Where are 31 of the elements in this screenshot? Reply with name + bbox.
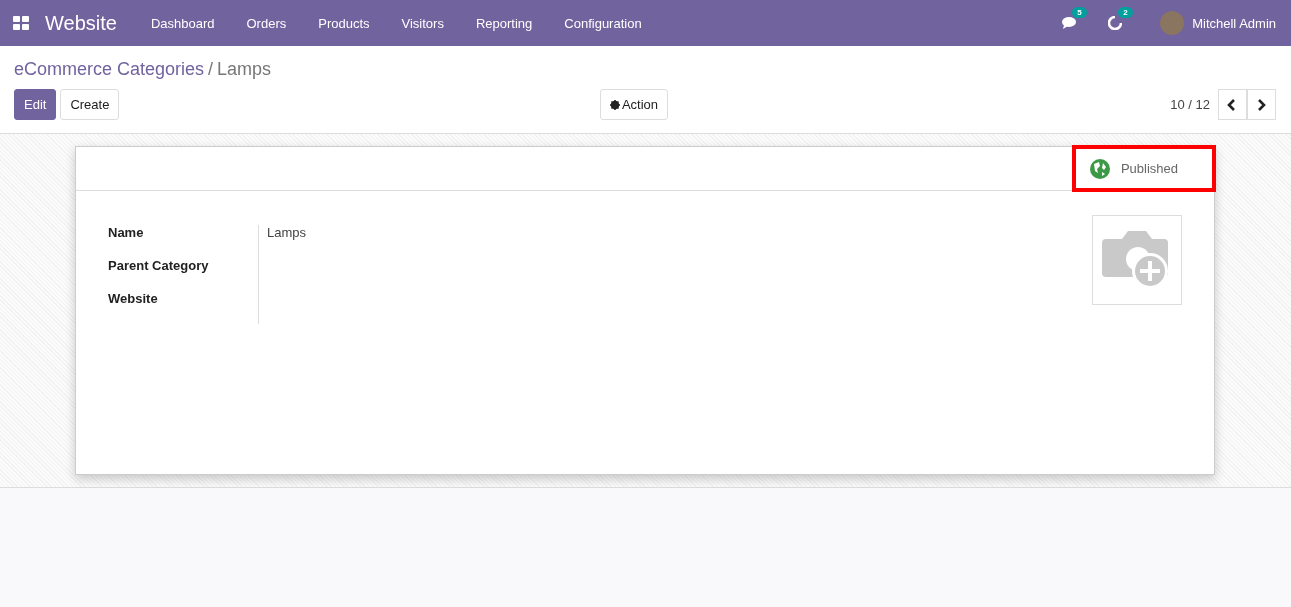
menu-item[interactable]: Dashboard bbox=[134, 15, 231, 31]
activities-count-badge: 2 bbox=[1118, 7, 1133, 18]
activities-button[interactable]: 2 bbox=[1108, 7, 1135, 30]
user-name[interactable]: Mitchell Admin bbox=[1192, 15, 1276, 31]
menu-item[interactable]: Products bbox=[302, 15, 386, 31]
pager-value: 10 / 12 bbox=[1170, 97, 1210, 112]
edit-button[interactable]: Edit bbox=[14, 89, 57, 120]
gear-icon bbox=[609, 99, 620, 110]
published-button[interactable]: Published bbox=[1071, 145, 1216, 192]
chevron-right-icon bbox=[1256, 98, 1267, 111]
action-button[interactable]: Action bbox=[599, 89, 669, 120]
field-label: Parent Category bbox=[108, 258, 210, 275]
messages-button[interactable]: 5 bbox=[1062, 7, 1093, 30]
messages-count-badge: 5 bbox=[1072, 7, 1087, 18]
menu-item[interactable]: Visitors bbox=[385, 15, 460, 31]
field-label: Name bbox=[108, 225, 145, 242]
menu-item[interactable]: Reporting bbox=[459, 15, 549, 31]
app-title[interactable]: Website bbox=[45, 11, 117, 35]
next-button[interactable] bbox=[1247, 89, 1276, 120]
apps-grid-icon[interactable] bbox=[13, 16, 29, 30]
breadcrumb-current: Lamps bbox=[217, 59, 272, 80]
menu-item[interactable]: Orders bbox=[230, 15, 303, 31]
field-label: Website bbox=[108, 291, 159, 308]
menu-item[interactable]: Configuration bbox=[548, 15, 658, 31]
chevron-left-icon bbox=[1227, 98, 1238, 111]
clock-icon bbox=[1108, 16, 1123, 30]
breadcrumb-separator: / bbox=[208, 59, 214, 80]
field-value: Lamps bbox=[267, 225, 307, 240]
breadcrumb-link[interactable]: eCommerce Categories bbox=[14, 59, 205, 80]
create-button[interactable]: Create bbox=[60, 89, 120, 120]
previous-button[interactable] bbox=[1218, 89, 1247, 120]
